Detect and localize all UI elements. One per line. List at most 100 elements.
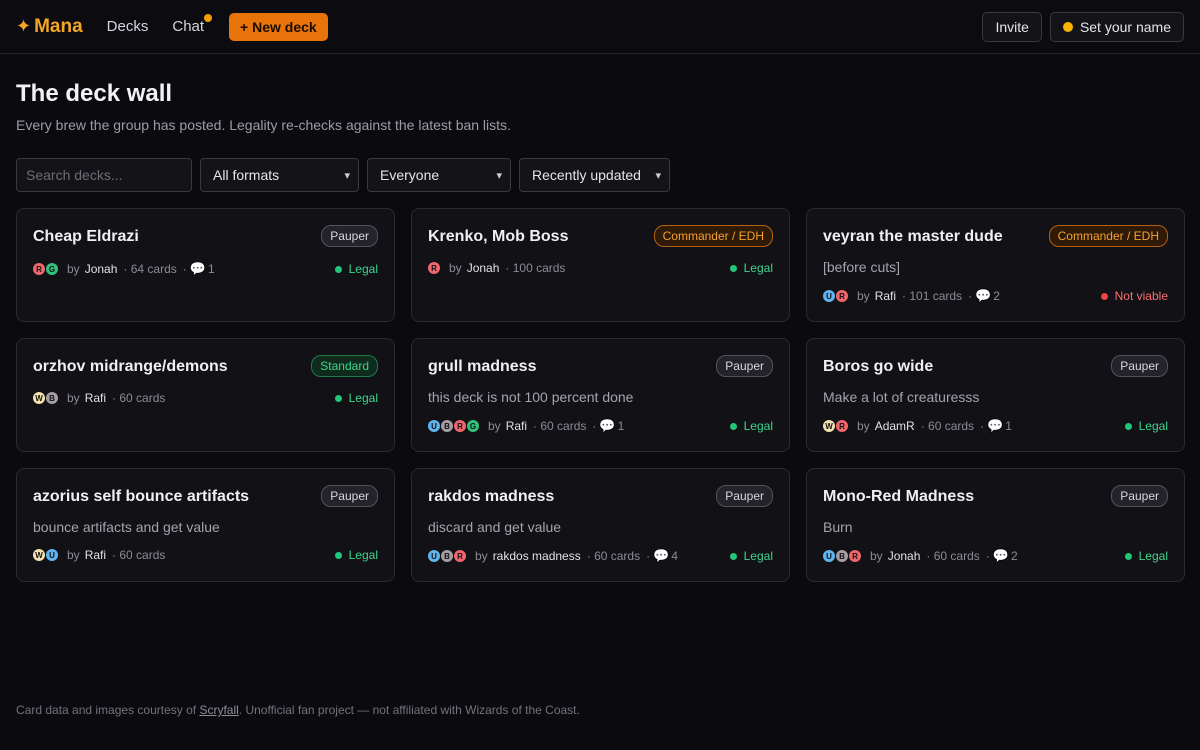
comment-count: 1 [207, 262, 215, 276]
speech-bubble-icon: 💬 [189, 261, 206, 276]
deck-author: Jonah [887, 549, 921, 563]
deck-grid: Cheap Eldrazi Pauper R Gby Jonah · 64 cards · 💬… [16, 208, 1185, 582]
mana-pip-r-icon: R [33, 263, 45, 275]
legality-label: Legal [743, 261, 773, 275]
deck-author: Jonah [84, 262, 118, 276]
format-select[interactable]: All formats ▾ [200, 158, 359, 192]
sparkle-icon: ✦ [16, 16, 32, 36]
deck-card-header: Krenko, Mob Boss Commander / EDH [428, 225, 773, 247]
card-count: · 60 cards [533, 419, 587, 433]
separator: · [182, 262, 187, 276]
sort-select[interactable]: Recently updated ▾ [519, 158, 670, 192]
speech-bubble-icon: 💬 [992, 548, 1009, 563]
deck-author: Rafi [84, 391, 107, 405]
deck-meta: W Bby Rafi · 60 cards Legal [33, 391, 378, 405]
deck-title: veyran the master dude [823, 227, 1003, 245]
format-badge: Commander / EDH [1048, 225, 1168, 247]
deck-description: Make a lot of creaturesss [823, 389, 980, 405]
separator: · [646, 549, 651, 563]
mana-pip-u-icon: U [428, 420, 440, 432]
new-deck-button[interactable]: + New deck [229, 12, 328, 41]
mana-pip-u-icon: U [823, 550, 835, 562]
nav-decks-link[interactable]: Decks [107, 18, 149, 35]
deck-author: Rafi [84, 548, 107, 562]
deck-meta: R Gby Jonah · 64 cards · 💬 1 Legal [33, 261, 378, 277]
color-identity: UBR [823, 550, 862, 562]
deck-meta: U B Rby rakdos madness · 60 cards · 💬 4 Legal [428, 548, 773, 564]
chevron-down-icon: ▾ [655, 169, 661, 182]
filter-bar: All formats ▾ Everyone ▾ Recently update… [16, 158, 1184, 192]
deck-card[interactable]: orzhov midrange/demons Standard W Bby Rafi · … [16, 338, 395, 452]
format-badge: Standard [311, 355, 378, 377]
brand-name: Mana [34, 15, 83, 37]
status-dot [1100, 292, 1108, 300]
by-label: by [475, 549, 488, 563]
chevron-down-icon: ▾ [496, 169, 502, 182]
card-count: · 64 cards [123, 262, 177, 276]
separator: · [968, 289, 973, 303]
mana-pip-w-icon: W [33, 392, 45, 404]
mana-pip-r-icon: R [836, 420, 848, 432]
deck-card-header: Boros go wide Pauper [823, 355, 1168, 377]
deck-title: grull madness [428, 357, 537, 375]
nav-chat-label: Chat [172, 18, 205, 35]
deck-author: AdamR [874, 419, 915, 433]
color-identity: UBR [428, 550, 467, 562]
deck-card-header: veyran the master dude Commander / EDH [823, 225, 1168, 247]
deck-card[interactable]: azorius self bounce artifacts Pauper bounc… [16, 468, 395, 582]
legality-label: Legal [743, 549, 773, 563]
mana-pip-b-icon: B [46, 392, 58, 404]
comment-count: 4 [671, 549, 678, 563]
deck-title: rakdos madness [428, 487, 555, 505]
deck-description: this deck is not 100 percent done [428, 389, 634, 405]
main-content: The deck wall Every brew the group has p… [0, 54, 1200, 582]
deck-card-header: Mono-Red Madness Pauper [823, 485, 1168, 507]
deck-card-header: Cheap Eldrazi Pauper [33, 225, 378, 247]
footer-suffix: . Unofficial fan project — not affiliate… [238, 703, 580, 717]
set-name-button[interactable]: Set your name [1049, 11, 1184, 42]
invite-button[interactable]: Invite [982, 11, 1042, 42]
separator: · [980, 419, 985, 433]
card-count: · 100 cards [505, 261, 566, 275]
mana-pip-r-icon: R [836, 290, 848, 302]
deck-card[interactable]: Boros go wide Pauper Make a lot of creatur… [806, 338, 1185, 452]
owner-select[interactable]: Everyone ▾ [367, 158, 511, 192]
deck-card[interactable]: Mono-Red Madness Pauper Burn U B Rby Jonah · 60… [806, 468, 1185, 582]
sort-select-value: Recently updated [532, 167, 641, 183]
legality-label: Legal [1138, 419, 1168, 433]
page-subtitle: Every brew the group has posted. Legalit… [16, 117, 511, 133]
card-count: · 60 cards [112, 391, 166, 405]
mana-pip-r-icon: R [428, 262, 440, 274]
deck-meta: Rby Jonah · 100 cards Legal [428, 261, 773, 275]
card-count: · 60 cards [112, 548, 166, 562]
color-identity: R [428, 262, 441, 274]
deck-title: Boros go wide [823, 357, 934, 375]
status-dot [1124, 552, 1132, 560]
comment-count: 1 [1005, 419, 1012, 433]
legality-label: Legal [348, 262, 378, 276]
speech-bubble-icon: 💬 [653, 548, 670, 563]
deck-card[interactable]: Cheap Eldrazi Pauper R Gby Jonah · 64 cards · 💬… [16, 208, 395, 322]
deck-card[interactable]: Krenko, Mob Boss Commander / EDH Rby Jonah ·… [411, 208, 790, 322]
mana-pip-r-icon: R [454, 550, 466, 562]
format-badge: Pauper [716, 485, 773, 507]
deck-card-header: azorius self bounce artifacts Pauper [33, 485, 378, 507]
mana-pip-w-icon: W [33, 549, 45, 561]
mana-pip-b-icon: B [836, 550, 848, 562]
scryfall-link[interactable]: Scryfall [199, 703, 238, 717]
search-input[interactable] [16, 158, 192, 192]
deck-card[interactable]: veyran the master dude Commander / EDH [be… [806, 208, 1185, 322]
deck-description: [before cuts] [823, 259, 901, 275]
legality-status: Legal [729, 419, 773, 433]
mana-pip-b-icon: B [441, 550, 453, 562]
deck-meta: U Rby Rafi · 101 cards · 💬 2 Not viable [823, 288, 1168, 304]
by-label: by [449, 261, 462, 275]
nav-chat-link[interactable]: Chat [172, 14, 213, 35]
legality-label: Not viable [1114, 289, 1168, 303]
deck-card[interactable]: grull madness Pauper this deck is not 100 … [411, 338, 790, 452]
deck-meta: W Rby AdamR · 60 cards · 💬 1 Legal [823, 418, 1168, 434]
deck-card[interactable]: rakdos madness Pauper discard and get valu… [411, 468, 790, 582]
brand-logo[interactable]: ✦ Mana [16, 16, 83, 38]
format-badge: Pauper [321, 485, 378, 507]
chevron-down-icon: ▾ [344, 169, 350, 182]
